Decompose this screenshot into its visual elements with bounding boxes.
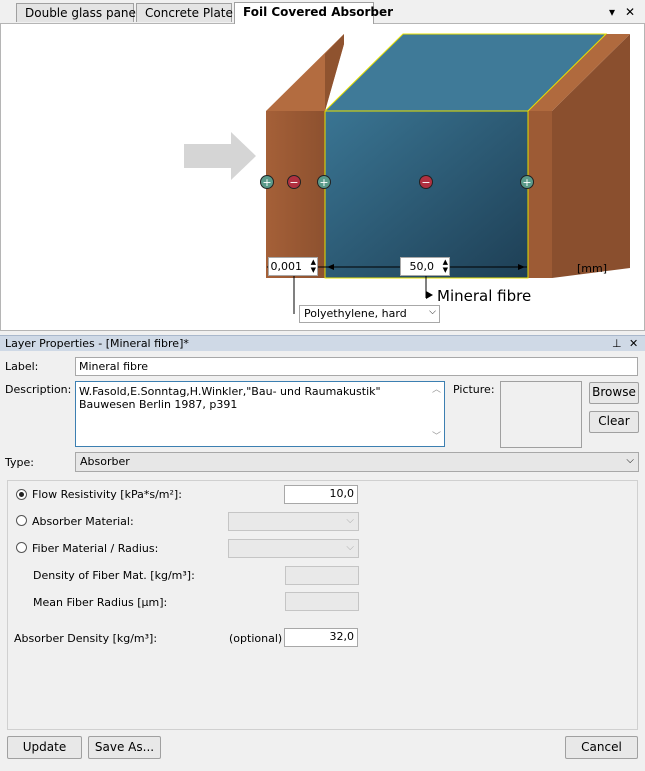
plus-handle-icon[interactable]: +: [520, 175, 534, 190]
pin-icon[interactable]: ⊥: [612, 336, 622, 352]
front-plate-front: [266, 111, 325, 278]
absorber-density-label: Absorber Density [kg/m³]:: [14, 632, 158, 645]
fiber-material-radio[interactable]: [16, 542, 27, 553]
description-caption: Description:: [5, 383, 72, 396]
svg-text:+: +: [522, 176, 531, 189]
plus-handle-icon[interactable]: +: [317, 175, 331, 190]
density-fiber-label: Density of Fiber Mat. [kg/m³]:: [33, 569, 195, 582]
absorber-material-label: Absorber Material:: [32, 515, 134, 528]
thickness-foil-input[interactable]: 0,001 ▲ ▼: [268, 257, 318, 276]
tab-dropdown-icon[interactable]: ▾: [609, 5, 615, 19]
clear-button[interactable]: Clear: [589, 411, 639, 433]
document-tab-strip: Double glass pane Concrete Plate Foil Co…: [0, 0, 645, 24]
close-icon[interactable]: ✕: [625, 5, 635, 19]
scroll-down-icon[interactable]: ﹀: [432, 431, 441, 444]
mean-fiber-radius-label: Mean Fiber Radius [µm]:: [33, 596, 168, 609]
cancel-button[interactable]: Cancel: [565, 736, 638, 759]
svg-text:−: −: [421, 176, 430, 189]
flow-resistivity-input[interactable]: 10,0: [284, 485, 358, 504]
back-plate-front: [528, 111, 552, 278]
mean-fiber-radius-input[interactable]: [285, 592, 359, 611]
fiber-material-select[interactable]: ⌵: [228, 539, 359, 558]
minus-handle-icon[interactable]: −: [287, 175, 301, 190]
chevron-down-icon: ⌵: [346, 515, 354, 526]
density-fiber-input[interactable]: [285, 566, 359, 585]
layer-properties-header: Layer Properties - [Mineral fibre]* ⊥ ✕: [0, 335, 645, 351]
update-button[interactable]: Update: [7, 736, 82, 759]
absorber-material-radio[interactable]: [16, 515, 27, 526]
layer-diagram: + − + − +: [184, 33, 630, 314]
chevron-down-icon: ⌵: [429, 307, 436, 317]
spin-arrows-icon[interactable]: ▲ ▼: [443, 258, 448, 274]
svg-text:+: +: [319, 176, 328, 189]
spin-arrows-icon[interactable]: ▲ ▼: [311, 258, 316, 274]
unit-label: [mm]: [577, 262, 608, 275]
optional-label: (optional): [229, 632, 283, 645]
plus-handle-icon[interactable]: +: [260, 175, 274, 190]
close-icon[interactable]: ✕: [629, 336, 638, 352]
label-input[interactable]: Mineral fibre: [75, 357, 638, 376]
tab-foil-covered-absorber[interactable]: Foil Covered Absorber: [234, 2, 393, 24]
browse-button[interactable]: Browse: [589, 382, 639, 404]
picture-caption: Picture:: [453, 383, 495, 396]
thickness-absorber-input[interactable]: 50,0 ▲ ▼: [400, 257, 450, 276]
picture-box[interactable]: [500, 381, 582, 448]
label-caption: Label:: [5, 360, 39, 373]
minus-handle-icon[interactable]: −: [419, 175, 433, 190]
tab-double-glass-pane[interactable]: Double glass pane: [16, 3, 136, 22]
fiber-material-label: Fiber Material / Radius:: [32, 542, 159, 555]
chevron-down-icon: ⌵: [346, 542, 354, 553]
absorber-density-input[interactable]: 32,0: [284, 628, 358, 647]
svg-text:+: +: [262, 176, 271, 189]
layer-name-label: Mineral fibre: [437, 287, 532, 305]
flow-resistivity-label: Flow Resistivity [kPa*s/m²]:: [32, 488, 182, 501]
absorber-material-select[interactable]: ⌵: [228, 512, 359, 531]
scroll-up-icon[interactable]: ︿: [432, 384, 441, 397]
tab-concrete-plate[interactable]: Concrete Plate: [136, 3, 233, 22]
svg-text:−: −: [289, 176, 298, 189]
flow-resistivity-radio[interactable]: [16, 489, 27, 500]
chevron-down-icon: ⌵: [626, 455, 634, 466]
save-as-button[interactable]: Save As...: [88, 736, 161, 759]
description-textarea[interactable]: W.Fasold,E.Sonntag,H.Winkler,"Bau- und R…: [75, 381, 445, 447]
foil-material-select[interactable]: Polyethylene, hard ⌵: [299, 305, 440, 323]
absorber-front: [324, 110, 529, 279]
layer-diagram-view[interactable]: + − + − + 0,001 ▲ ▼ 50,0 ▲ ▼ [mm] Mineral …: [0, 23, 645, 331]
type-select[interactable]: Absorber ⌵: [75, 452, 639, 472]
type-caption: Type:: [5, 456, 34, 469]
incident-sound-arrow: [184, 132, 256, 180]
